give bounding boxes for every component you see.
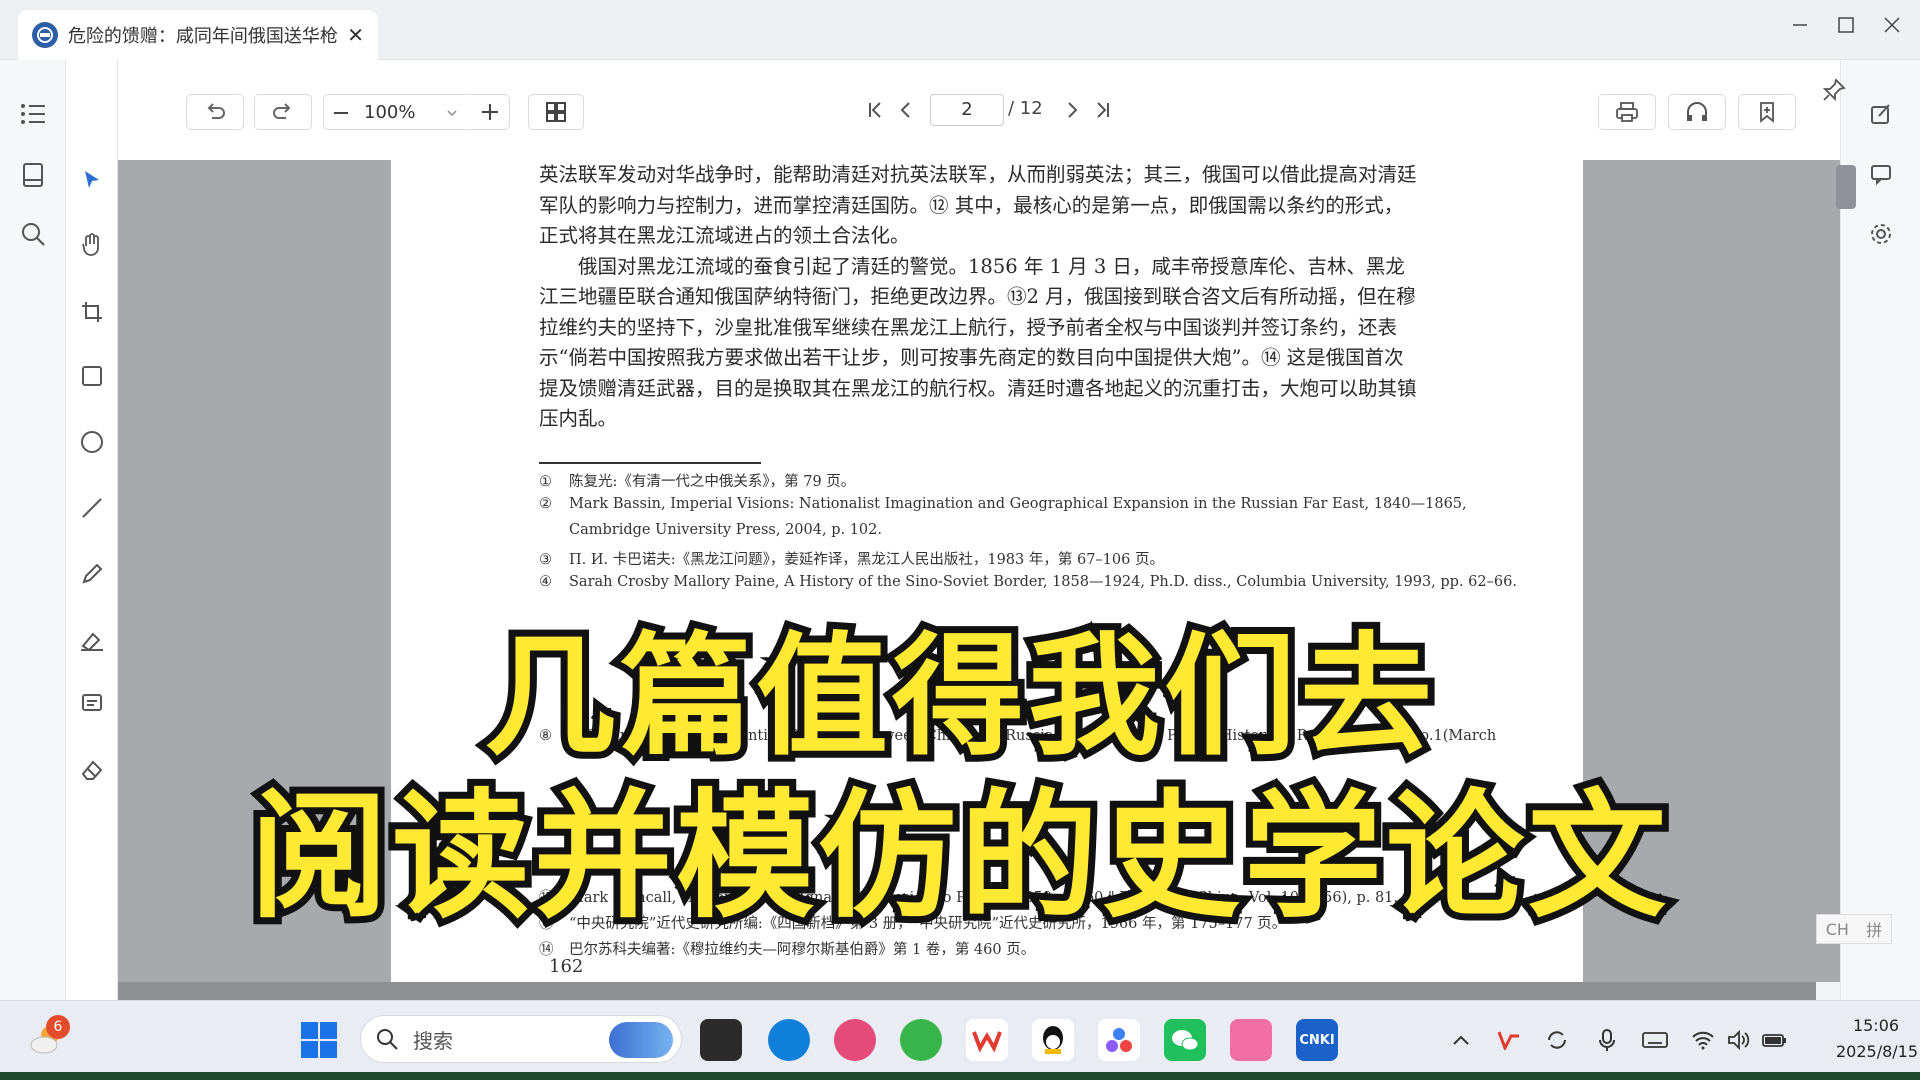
chat-icon[interactable]: [1861, 154, 1901, 194]
read-aloud-button[interactable]: [1668, 94, 1726, 130]
clock-time: 15:06: [1852, 1016, 1900, 1035]
zoom-in-icon: [481, 104, 498, 120]
zoom-out-icon[interactable]: [332, 104, 350, 122]
footnote-item: ① 陈复光:《有清一代之中俄关系》，第 79 页。: [539, 474, 856, 490]
redo-icon: [273, 103, 291, 119]
gear-icon[interactable]: [1861, 214, 1901, 254]
zoom-in-button[interactable]: [470, 94, 510, 130]
page-number-label: 162: [549, 956, 584, 977]
maximize-icon[interactable]: [1826, 10, 1866, 40]
edit-icon[interactable]: [1861, 94, 1901, 134]
page-total: / 12: [1008, 98, 1043, 119]
antivirus-icon[interactable]: [1494, 1025, 1524, 1055]
zoom-control: 100%: [323, 94, 473, 130]
footnote-item: ④ Sarah Crosby Mallory Paine, A History o…: [539, 574, 1517, 590]
bookmark-icon: [1760, 102, 1774, 123]
paragraph: 俄国对黑龙江流域的蚕食引起了清廷的警觉。1856 年 1 月 3 日，咸丰帝授意…: [539, 254, 1417, 431]
paragraph: 英法联军发动对华战争时，能帮助清廷对抗英法联军，从而削弱英法；其三，俄国可以借此…: [539, 163, 1417, 247]
hand-icon[interactable]: [72, 225, 112, 265]
first-page-icon[interactable]: [866, 100, 886, 124]
taskbar-search[interactable]: 搜索: [360, 1015, 682, 1063]
next-page-icon[interactable]: [1062, 100, 1082, 124]
app-icon[interactable]: [1098, 1019, 1140, 1061]
clock-date: 2025/8/15: [1836, 1042, 1919, 1061]
windows-taskbar: 6 搜索 CNKI 15:06 2025/8/15: [0, 1000, 1920, 1080]
vertical-scrollbar-thumb[interactable]: [1836, 165, 1856, 209]
headphones-icon: [1687, 102, 1707, 121]
pin-icon[interactable]: [1822, 78, 1846, 106]
pen-icon[interactable]: [72, 554, 112, 594]
search-icon[interactable]: [13, 214, 53, 254]
undo-button[interactable]: [186, 94, 244, 130]
page-layout-button[interactable]: [528, 94, 584, 130]
horizontal-scrollbar[interactable]: [118, 982, 1816, 1000]
close-window-icon[interactable]: [1872, 10, 1912, 40]
qq-icon[interactable]: [1032, 1019, 1074, 1061]
title-bar: 危险的馈赠：咸同年间俄国送华枪 ✕: [0, 0, 1920, 60]
cnki-app-icon[interactable]: CNKI: [1296, 1019, 1338, 1061]
thumbnail-icon[interactable]: [13, 155, 53, 195]
app-icon[interactable]: [1230, 1019, 1272, 1061]
previous-page-icon[interactable]: [896, 100, 916, 124]
system-clock[interactable]: 15:06 2025/8/15: [1836, 1013, 1919, 1065]
task-view-icon[interactable]: [700, 1019, 742, 1061]
last-page-icon[interactable]: [1092, 100, 1112, 124]
wifi-icon[interactable]: [1688, 1025, 1718, 1055]
overlay-caption-line2: 阅读并模仿的史学论文: [243, 769, 1673, 944]
app-icon[interactable]: [900, 1019, 942, 1061]
line-icon[interactable]: [72, 488, 112, 528]
keyboard-icon[interactable]: [1640, 1025, 1670, 1055]
edge-browser-icon[interactable]: [768, 1019, 810, 1061]
battery-icon[interactable]: [1760, 1025, 1790, 1055]
wechat-icon[interactable]: [1164, 1019, 1206, 1061]
search-highlight-icon: [609, 1022, 673, 1058]
select-arrow-icon[interactable]: [72, 160, 112, 200]
search-placeholder: 搜索: [413, 1028, 453, 1053]
footnote-item: ② Mark Bassin, Imperial Visions: National…: [539, 496, 1467, 512]
search-icon: [377, 1029, 398, 1050]
circle-icon[interactable]: [72, 422, 112, 462]
minimize-icon[interactable]: [1780, 10, 1820, 40]
volume-icon[interactable]: [1724, 1025, 1754, 1055]
undo-icon: [207, 103, 225, 119]
sync-icon[interactable]: [1542, 1025, 1572, 1055]
grid-icon: [546, 102, 566, 122]
zoom-level-select[interactable]: 100%: [364, 102, 415, 123]
screen-bottom-edge: [0, 1072, 1920, 1080]
chevron-down-icon[interactable]: [446, 107, 458, 119]
notification-badge: 6: [46, 1015, 70, 1039]
close-tab-icon[interactable]: ✕: [347, 23, 364, 47]
page-number-input[interactable]: 2: [930, 94, 1004, 126]
bookmark-button[interactable]: [1738, 94, 1796, 130]
outline-icon[interactable]: [13, 94, 53, 134]
page-body-text: 英法联军发动对华战争时，能帮助清廷对抗英法联军，从而削弱英法；其三，俄国可以借此…: [539, 160, 1419, 435]
main-toolbar: 100% 2 / 12: [118, 60, 1846, 160]
footnote-item: ③ П. И. 卡巴诺夫:《黑龙江问题》，姜延祚译，黑龙江人民出版社，1983 年…: [539, 552, 1164, 568]
cnki-icon: [32, 22, 58, 48]
start-button[interactable]: [300, 1021, 338, 1063]
crop-icon[interactable]: [72, 292, 112, 332]
print-button[interactable]: [1598, 94, 1656, 130]
microphone-icon[interactable]: [1592, 1025, 1622, 1055]
rectangle-icon[interactable]: [72, 356, 112, 396]
printer-icon: [1616, 102, 1638, 122]
document-tab[interactable]: 危险的馈赠：咸同年间俄国送华枪 ✕: [18, 10, 378, 60]
chevron-up-icon[interactable]: [1446, 1025, 1476, 1055]
footnote-separator: [539, 462, 761, 464]
footnote-item: Cambridge University Press, 2004, p. 102…: [569, 522, 882, 538]
tab-title: 危险的馈赠：咸同年间俄国送华枪: [67, 26, 338, 47]
photos-icon[interactable]: [834, 1019, 876, 1061]
wps-icon[interactable]: [966, 1019, 1008, 1061]
redo-button[interactable]: [254, 94, 312, 130]
windows-icon: [301, 1022, 337, 1058]
